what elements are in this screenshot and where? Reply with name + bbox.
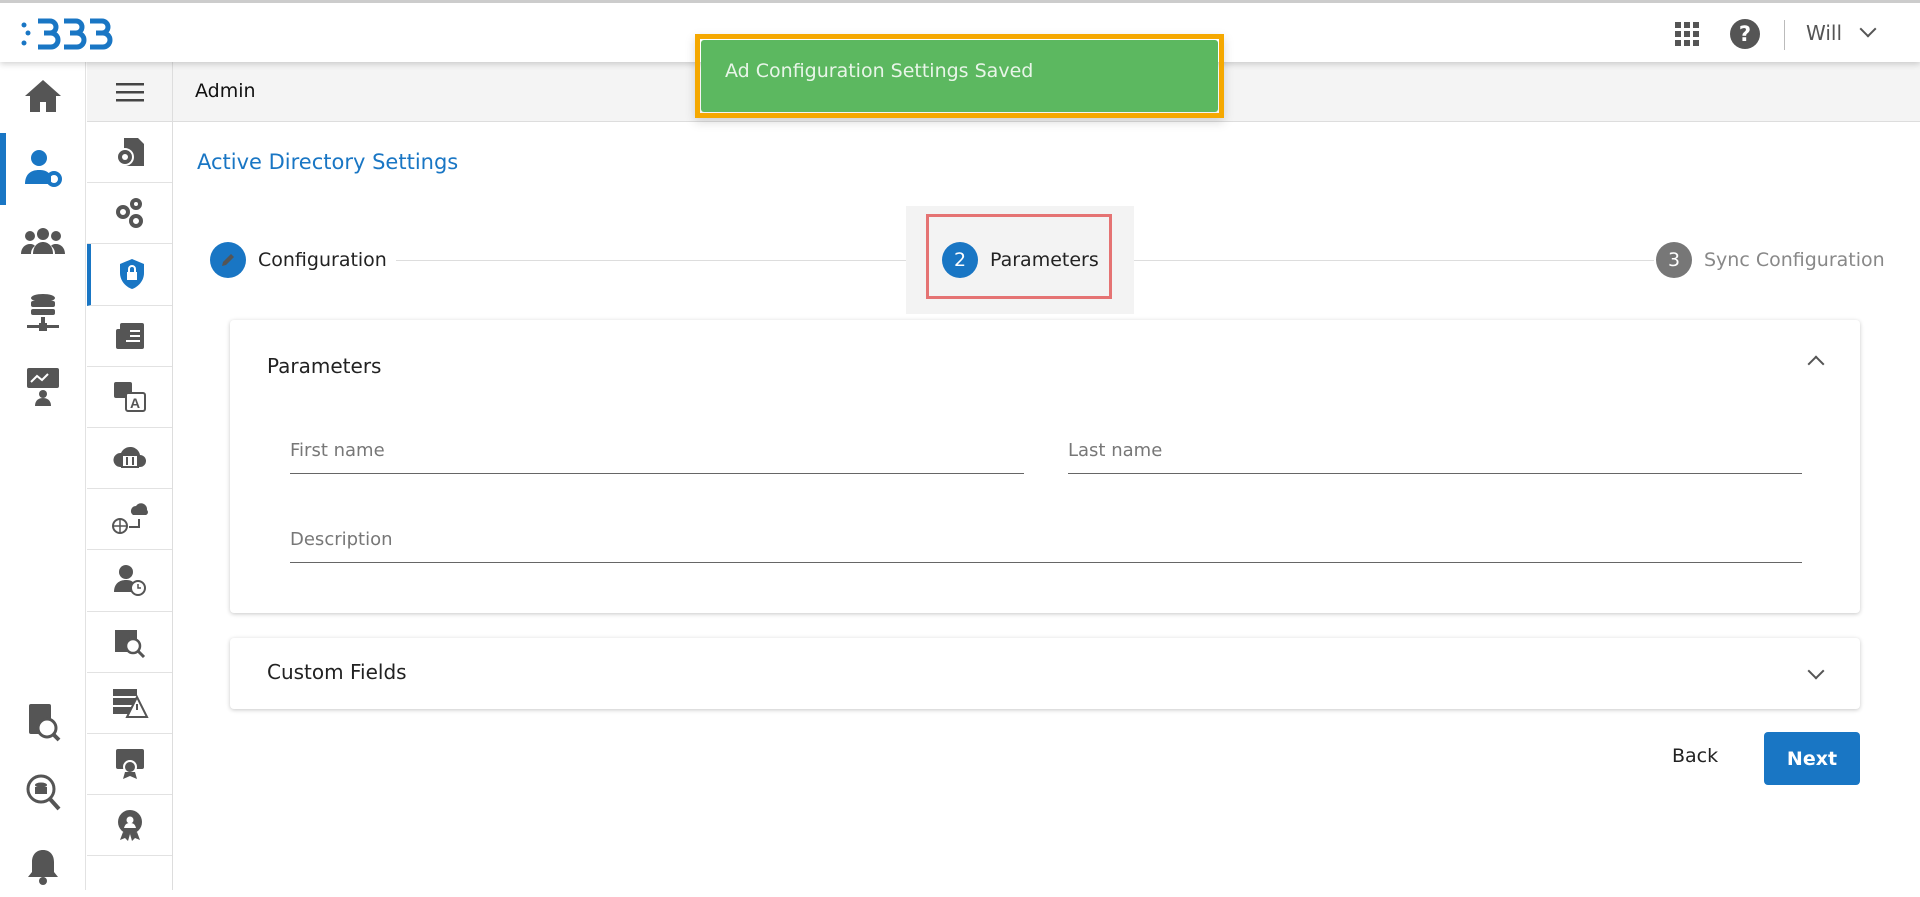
first-name-placeholder: First name bbox=[290, 440, 385, 461]
step-label: Configuration bbox=[258, 249, 387, 271]
last-name-input[interactable]: Last name bbox=[1068, 438, 1802, 474]
stepper-connector bbox=[396, 260, 906, 261]
bell-icon[interactable] bbox=[0, 837, 86, 897]
user-clock-icon bbox=[113, 565, 146, 597]
first-name-input[interactable]: First name bbox=[290, 438, 1024, 474]
next-button[interactable]: Next bbox=[1764, 732, 1860, 785]
pencil-icon bbox=[210, 242, 246, 278]
invoice-icon bbox=[115, 322, 144, 349]
calendar-search-icon bbox=[114, 629, 145, 658]
help-icon[interactable]: ? bbox=[1730, 19, 1760, 49]
users-group-icon[interactable] bbox=[0, 211, 86, 271]
toast-message: Ad Configuration Settings Saved bbox=[725, 60, 1034, 82]
home-icon[interactable] bbox=[0, 66, 86, 126]
last-name-placeholder: Last name bbox=[1068, 440, 1163, 461]
bdb-logo[interactable] bbox=[20, 13, 120, 55]
breadcrumb-admin: Admin bbox=[195, 80, 256, 102]
sidebar-item-web-cloud[interactable] bbox=[87, 489, 172, 551]
apps-grid-icon[interactable] bbox=[1675, 22, 1699, 46]
sidebar-item-document-settings[interactable] bbox=[87, 122, 172, 184]
user-award-icon bbox=[117, 810, 142, 842]
admin-sidebar: A bbox=[87, 62, 173, 890]
success-toast: Ad Configuration Settings Saved bbox=[701, 40, 1218, 112]
chevron-down-icon[interactable] bbox=[1859, 20, 1877, 38]
sidebar-item-user-badge[interactable] bbox=[87, 795, 172, 857]
database-search-icon[interactable] bbox=[0, 763, 86, 823]
presentation-analytics-icon[interactable] bbox=[0, 356, 86, 416]
sidebar-item-server-alerts[interactable] bbox=[87, 673, 172, 734]
stepper-connector bbox=[1134, 260, 1654, 261]
step-number: 3 bbox=[1656, 242, 1692, 278]
cloud-upload-download-icon bbox=[112, 446, 146, 469]
svg-text:A: A bbox=[129, 395, 139, 411]
sidebar-item-cloud-transfer[interactable] bbox=[87, 428, 172, 490]
sidebar-item-certificate[interactable] bbox=[87, 734, 172, 796]
sidebar-item-schedule-search[interactable] bbox=[87, 612, 172, 673]
server-warning-icon bbox=[112, 688, 149, 718]
sidebar-item-billing[interactable] bbox=[87, 306, 172, 367]
panel-title: Parameters bbox=[267, 354, 382, 378]
sidebar-item-gears[interactable] bbox=[87, 183, 172, 245]
admin-user-settings-icon[interactable] bbox=[0, 133, 86, 205]
custom-fields-panel[interactable]: Custom Fields bbox=[230, 638, 1860, 709]
description-input[interactable]: Description bbox=[290, 527, 1802, 563]
certificate-icon bbox=[115, 748, 144, 779]
parameters-panel: Parameters First name Last name Descript… bbox=[230, 320, 1860, 613]
hamburger-menu-icon[interactable] bbox=[87, 62, 172, 122]
sidebar-item-language[interactable]: A bbox=[87, 367, 172, 428]
user-menu[interactable]: Will bbox=[1806, 21, 1842, 45]
document-gear-icon bbox=[115, 138, 144, 167]
toast-highlight: Ad Configuration Settings Saved bbox=[695, 34, 1224, 118]
step-configuration[interactable]: Configuration bbox=[210, 242, 387, 278]
globe-cloud-icon bbox=[111, 503, 148, 535]
main-nav-rail bbox=[0, 62, 86, 890]
chevron-down-icon[interactable] bbox=[1807, 662, 1825, 680]
description-placeholder: Description bbox=[290, 529, 393, 550]
panel-title: Custom Fields bbox=[267, 660, 407, 684]
database-network-icon[interactable] bbox=[0, 283, 86, 343]
sidebar-item-security[interactable] bbox=[87, 244, 172, 306]
page-title: Active Directory Settings bbox=[197, 150, 459, 174]
step-highlight-box bbox=[926, 214, 1112, 299]
divider bbox=[1784, 20, 1785, 50]
gears-icon bbox=[115, 198, 143, 229]
shield-lock-icon bbox=[119, 259, 144, 290]
translate-icon: A bbox=[113, 381, 146, 412]
step-label: Sync Configuration bbox=[1704, 249, 1885, 271]
back-button[interactable]: Back bbox=[1672, 745, 1718, 767]
chevron-up-icon[interactable] bbox=[1807, 355, 1825, 373]
report-search-icon[interactable] bbox=[0, 692, 86, 752]
step-sync-configuration[interactable]: 3 Sync Configuration bbox=[1656, 242, 1885, 278]
sidebar-item-user-history[interactable] bbox=[87, 550, 172, 612]
